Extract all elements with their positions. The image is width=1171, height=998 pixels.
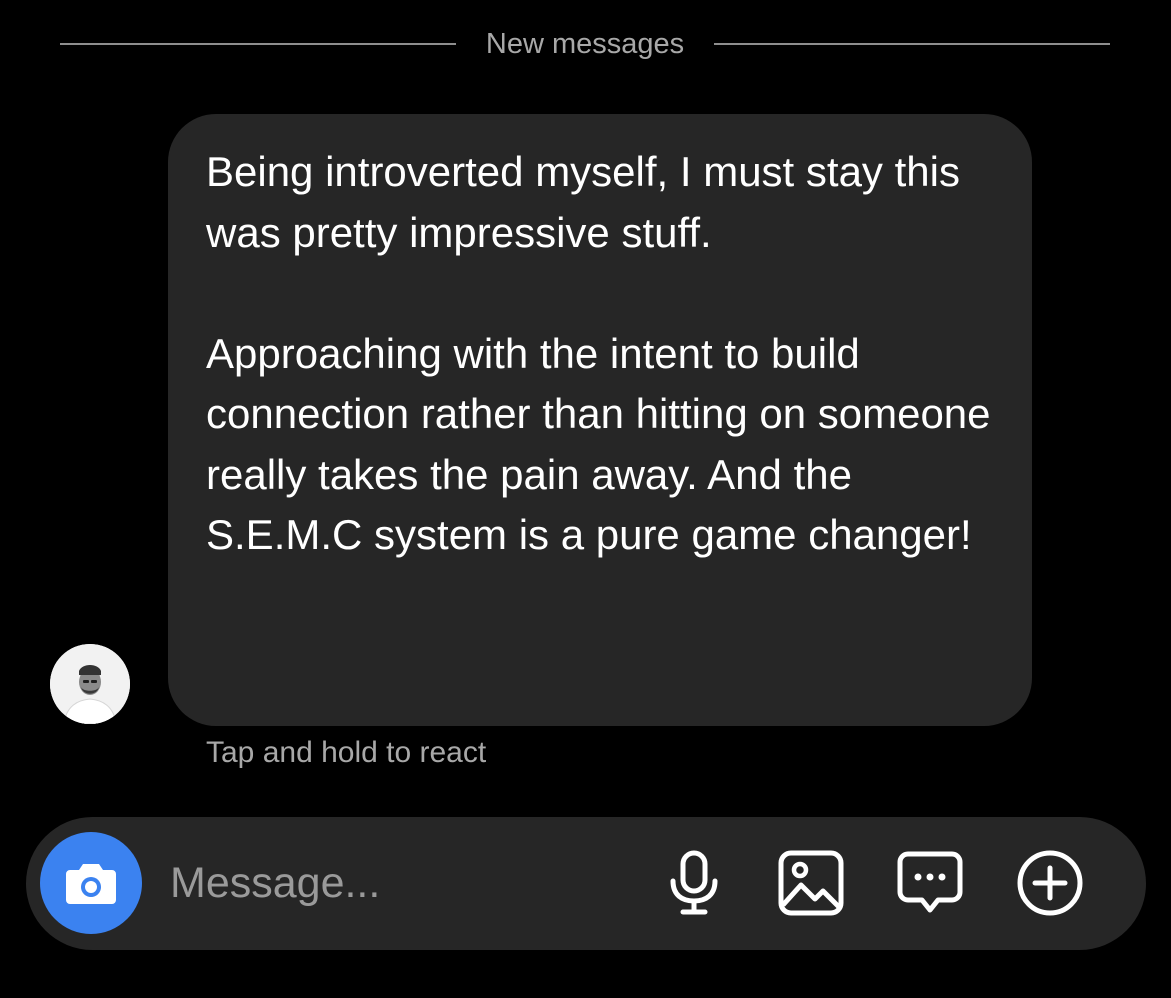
microphone-icon <box>670 850 718 915</box>
message-input[interactable] <box>170 855 640 911</box>
new-messages-label: New messages <box>485 27 685 60</box>
message-bubble[interactable]: Being introverted myself, I must stay th… <box>168 114 1032 726</box>
message-composer <box>26 817 1146 950</box>
camera-button[interactable] <box>40 832 142 934</box>
sender-avatar[interactable] <box>50 644 130 724</box>
chat-bubble-icon <box>897 851 963 913</box>
camera-icon <box>66 864 116 904</box>
react-hint: Tap and hold to react <box>206 736 487 769</box>
divider-line-left <box>60 43 456 45</box>
gallery-button[interactable] <box>775 847 847 919</box>
image-icon <box>778 850 844 916</box>
sticker-button[interactable] <box>894 847 966 919</box>
new-messages-divider: New messages <box>60 20 1110 68</box>
more-button[interactable] <box>1014 847 1086 919</box>
microphone-button[interactable] <box>658 847 730 919</box>
avatar-image <box>50 644 130 724</box>
plus-circle-icon <box>1017 850 1083 916</box>
message-paragraph-1: Being introverted myself, I must stay th… <box>206 148 960 256</box>
divider-line-right <box>714 43 1110 45</box>
message-paragraph-2: Approaching with the intent to build con… <box>206 329 991 559</box>
